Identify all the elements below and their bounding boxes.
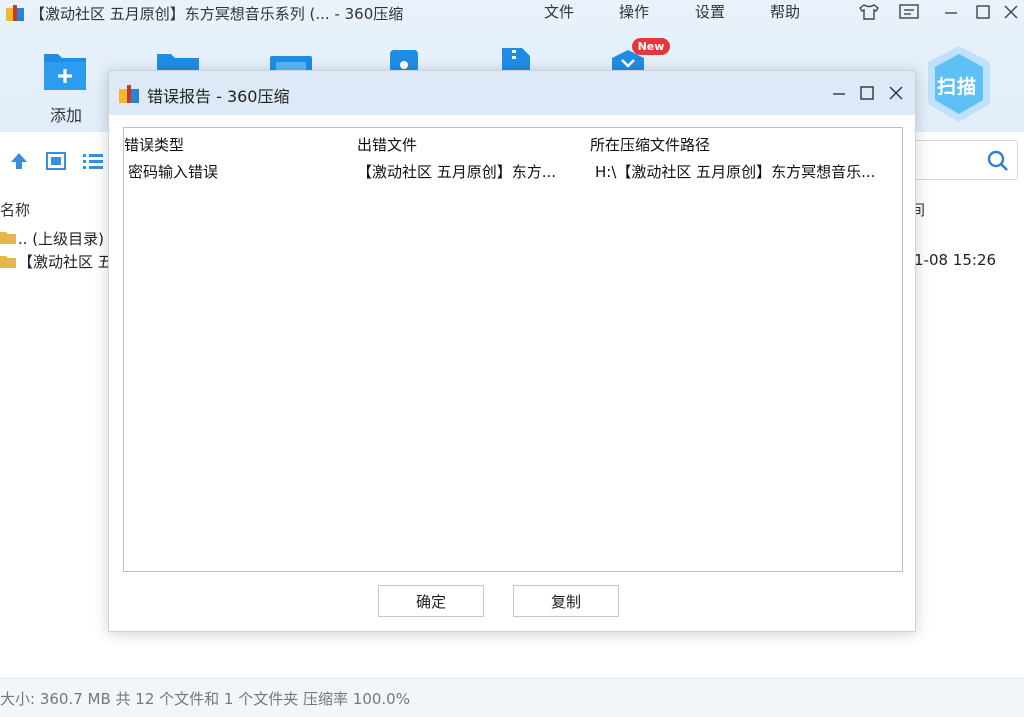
dialog-minimize-icon[interactable] <box>829 83 849 103</box>
menu-settings[interactable]: 设置 <box>695 1 725 22</box>
feedback-icon[interactable] <box>898 3 920 21</box>
column-error-type[interactable]: 错误类型 <box>124 134 184 155</box>
copy-button[interactable]: 复制 <box>513 585 619 617</box>
dialog-title-bar: 错误报告 - 360压缩 <box>109 71 915 115</box>
quick-extract-icon[interactable] <box>268 52 314 72</box>
menu-help[interactable]: 帮助 <box>770 1 800 22</box>
list-item-folder[interactable]: 【激动社区 五 <box>18 251 113 272</box>
list-item-modified: 1-08 15:26 <box>914 251 997 269</box>
maximize-icon[interactable] <box>972 3 994 21</box>
archive-path-cell[interactable]: H:\【激动社区 五月原创】东方冥想音乐... <box>595 161 895 182</box>
menu-file[interactable]: 文件 <box>544 1 574 22</box>
list-item-parent-dir[interactable]: .. (上级目录) <box>18 228 104 249</box>
error-type-cell[interactable]: 密码输入错误 <box>128 161 348 182</box>
delete-icon[interactable] <box>386 48 422 72</box>
extract-icon[interactable] <box>155 50 201 72</box>
dialog-close-icon[interactable] <box>886 83 906 103</box>
add-label: 添加 <box>49 106 82 125</box>
status-text: 大小: 360.7 MB 共 12 个文件和 1 个文件夹 压缩率 100.0% <box>0 690 410 708</box>
folder-icon <box>0 232 16 244</box>
window-title: 【激动社区 五月原创】东方冥想音乐系列 (... - 360压缩 <box>30 5 404 23</box>
zip-file-icon[interactable] <box>498 46 534 72</box>
column-name-header[interactable]: 名称 <box>0 199 30 220</box>
title-bar: 【激动社区 五月原创】东方冥想音乐系列 (... - 360压缩 文件 操作 设… <box>0 0 1024 26</box>
dialog-title: 错误报告 - 360压缩 <box>147 87 290 106</box>
error-table: 错误类型 出错文件 所在压缩文件路径 密码输入错误 【激动社区 五月原创】东方.… <box>123 127 903 572</box>
add-folder-icon <box>44 54 86 90</box>
minimize-icon[interactable] <box>940 3 962 21</box>
list-view-icon[interactable] <box>82 152 104 170</box>
column-error-file[interactable]: 出错文件 <box>357 134 417 155</box>
folder-icon <box>0 256 16 268</box>
archive-logo-icon <box>6 5 24 21</box>
archive-logo-icon <box>119 85 139 103</box>
add-button[interactable]: 添加 <box>40 44 96 125</box>
close-icon[interactable] <box>1000 3 1022 21</box>
new-badge: New <box>632 38 670 55</box>
search-icon[interactable] <box>987 150 1009 172</box>
thumbnail-view-icon[interactable] <box>46 152 66 170</box>
column-archive-path[interactable]: 所在压缩文件路径 <box>590 134 710 155</box>
status-bar: 大小: 360.7 MB 共 12 个文件和 1 个文件夹 压缩率 100.0% <box>0 678 1024 717</box>
ok-button[interactable]: 确定 <box>378 585 484 617</box>
error-file-cell[interactable]: 【激动社区 五月原创】东方... <box>357 161 587 182</box>
search-input[interactable] <box>900 140 1018 180</box>
scan-label: 扫描 <box>937 76 978 98</box>
menu-operate[interactable]: 操作 <box>619 1 649 22</box>
up-arrow-icon[interactable] <box>10 152 28 170</box>
skin-icon[interactable] <box>858 3 880 21</box>
dialog-maximize-icon[interactable] <box>857 83 877 103</box>
error-report-dialog: 错误报告 - 360压缩 错误类型 出错文件 所在压缩文件路径 密码输入错误 【… <box>108 70 916 632</box>
